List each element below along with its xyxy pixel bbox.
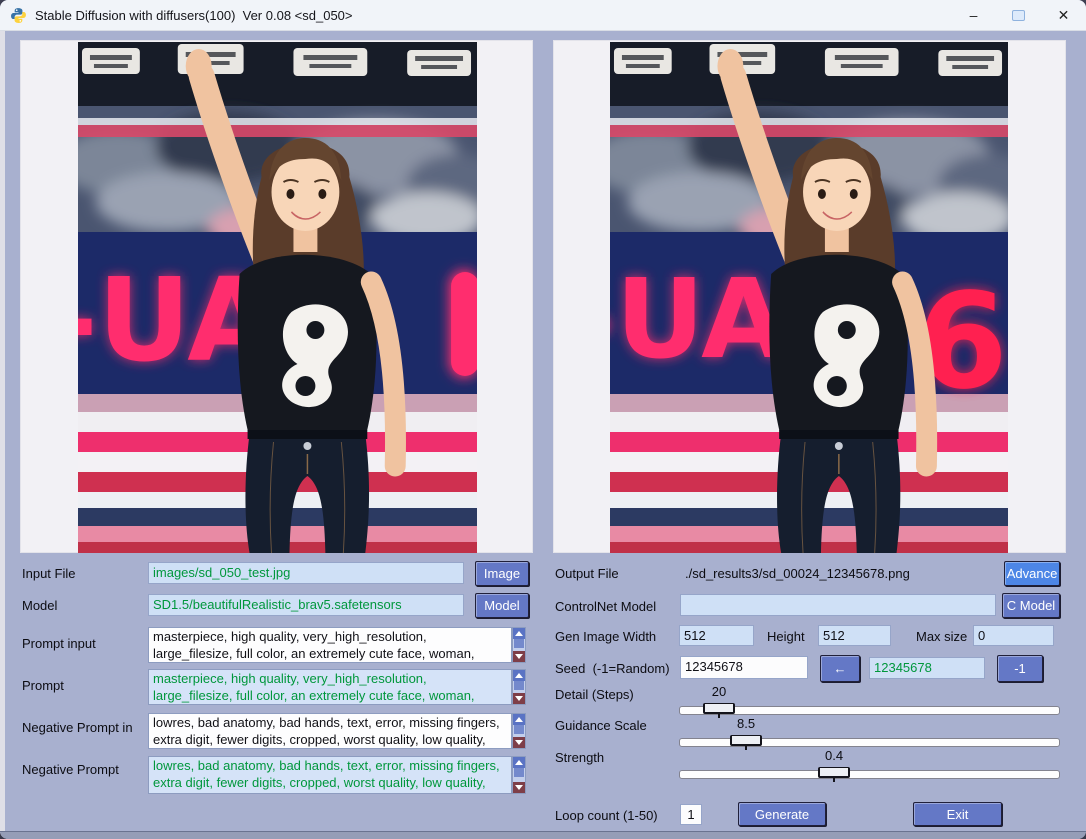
- scroll-thumb[interactable]: [514, 725, 524, 734]
- maximize-button[interactable]: [996, 0, 1041, 30]
- prompt-input-textarea[interactable]: masterpiece, high quality, very_high_res…: [148, 627, 512, 663]
- scroll-thumb[interactable]: [514, 768, 524, 777]
- model-button[interactable]: Model: [475, 593, 529, 618]
- left-arrow-icon: ←: [834, 661, 847, 676]
- prompt-input-scrollbar[interactable]: [512, 627, 526, 663]
- controlnet-model-label: ControlNet Model: [555, 599, 656, 614]
- negative-prompt-in-scrollbar[interactable]: [512, 713, 526, 749]
- strength-label: Strength: [555, 750, 604, 765]
- negative-prompt-in-textarea[interactable]: lowres, bad anatomy, bad hands, text, er…: [148, 713, 512, 749]
- app-window: Stable Diffusion with diffusers(100) Ver…: [0, 0, 1086, 839]
- minimize-icon: –: [970, 7, 978, 23]
- image-button[interactable]: Image: [475, 561, 529, 586]
- scroll-down-icon[interactable]: [513, 782, 525, 793]
- input-image-preview: -UA -UA: [78, 42, 477, 553]
- scroll-down-icon[interactable]: [513, 737, 525, 748]
- scroll-up-icon[interactable]: [513, 757, 525, 768]
- python-logo-icon: [10, 7, 27, 24]
- strength-slider-handle[interactable]: [818, 767, 850, 778]
- scroll-down-icon[interactable]: [513, 693, 525, 704]
- scroll-thumb[interactable]: [514, 639, 524, 648]
- strength-slider[interactable]: 0.4: [679, 748, 1060, 780]
- guidance-label: Guidance Scale: [555, 718, 647, 733]
- model-field[interactable]: SD1.5/beautifulRealistic_brav5.safetenso…: [148, 594, 464, 616]
- close-button[interactable]: ✕: [1041, 0, 1086, 30]
- steps-slider-track[interactable]: [679, 706, 1060, 715]
- output-file-label: Output File: [555, 566, 619, 581]
- loop-count-label: Loop count (1-50): [555, 808, 658, 823]
- guidance-value: 8.5: [737, 716, 755, 731]
- close-icon: ✕: [1058, 7, 1070, 24]
- c-model-button[interactable]: C Model: [1002, 593, 1060, 618]
- height-field[interactable]: 512: [818, 625, 891, 646]
- copy-seed-button[interactable]: ←: [820, 655, 860, 682]
- generate-button[interactable]: Generate: [738, 802, 826, 826]
- maximize-icon: [1012, 10, 1025, 21]
- strength-slider-track[interactable]: [679, 770, 1060, 779]
- loop-count-field[interactable]: 1: [680, 804, 702, 825]
- scroll-down-icon[interactable]: [513, 651, 525, 662]
- negative-prompt-label: Negative Prompt: [22, 762, 119, 777]
- output-image-preview: -UA -UA 6 6: [610, 42, 1008, 553]
- input-file-label: Input File: [22, 566, 75, 581]
- gen-image-width-label: Gen Image Width: [555, 629, 656, 644]
- negative-prompt-in-label: Negative Prompt in: [22, 720, 133, 735]
- scroll-up-icon[interactable]: [513, 714, 525, 725]
- prompt-input-label: Prompt input: [22, 636, 96, 651]
- prompt-textarea[interactable]: masterpiece, high quality, very_high_res…: [148, 669, 512, 705]
- scroll-up-icon[interactable]: [513, 628, 525, 639]
- scroll-thumb[interactable]: [514, 681, 524, 690]
- window-title: Stable Diffusion with diffusers(100) Ver…: [35, 8, 353, 23]
- output-file-value: ./sd_results3/sd_00024_12345678.png: [685, 566, 910, 581]
- max-size-field[interactable]: 0: [973, 625, 1054, 646]
- exit-button[interactable]: Exit: [913, 802, 1002, 826]
- last-seed-field[interactable]: 12345678: [869, 657, 985, 679]
- minimize-button[interactable]: –: [951, 0, 996, 30]
- gen-image-width-field[interactable]: 512: [679, 625, 754, 646]
- seed-label: Seed (-1=Random): [555, 661, 670, 676]
- prompt-scrollbar[interactable]: [512, 669, 526, 705]
- input-file-field[interactable]: images/sd_050_test.jpg: [148, 562, 464, 584]
- steps-label: Detail (Steps): [555, 687, 634, 702]
- controlnet-model-field[interactable]: [680, 594, 996, 616]
- height-label: Height: [767, 629, 805, 644]
- negative-prompt-scrollbar[interactable]: [512, 756, 526, 794]
- max-size-label: Max size: [916, 629, 967, 644]
- random-seed-button[interactable]: -1: [997, 655, 1043, 682]
- guidance-slider[interactable]: 8.5: [679, 716, 1060, 748]
- seed-field[interactable]: 12345678: [680, 656, 808, 679]
- steps-value: 20: [712, 684, 726, 699]
- guidance-slider-handle[interactable]: [730, 735, 762, 746]
- advance-button[interactable]: Advance: [1004, 561, 1060, 586]
- steps-slider[interactable]: 20: [679, 684, 1060, 716]
- scroll-up-icon[interactable]: [513, 670, 525, 681]
- model-label: Model: [22, 598, 57, 613]
- steps-slider-handle[interactable]: [703, 703, 735, 714]
- svg-text:-UA: -UA: [610, 255, 786, 383]
- negative-prompt-textarea[interactable]: lowres, bad anatomy, bad hands, text, er…: [148, 756, 512, 794]
- title-bar[interactable]: Stable Diffusion with diffusers(100) Ver…: [0, 0, 1086, 31]
- prompt-label: Prompt: [22, 678, 64, 693]
- strength-value: 0.4: [825, 748, 843, 763]
